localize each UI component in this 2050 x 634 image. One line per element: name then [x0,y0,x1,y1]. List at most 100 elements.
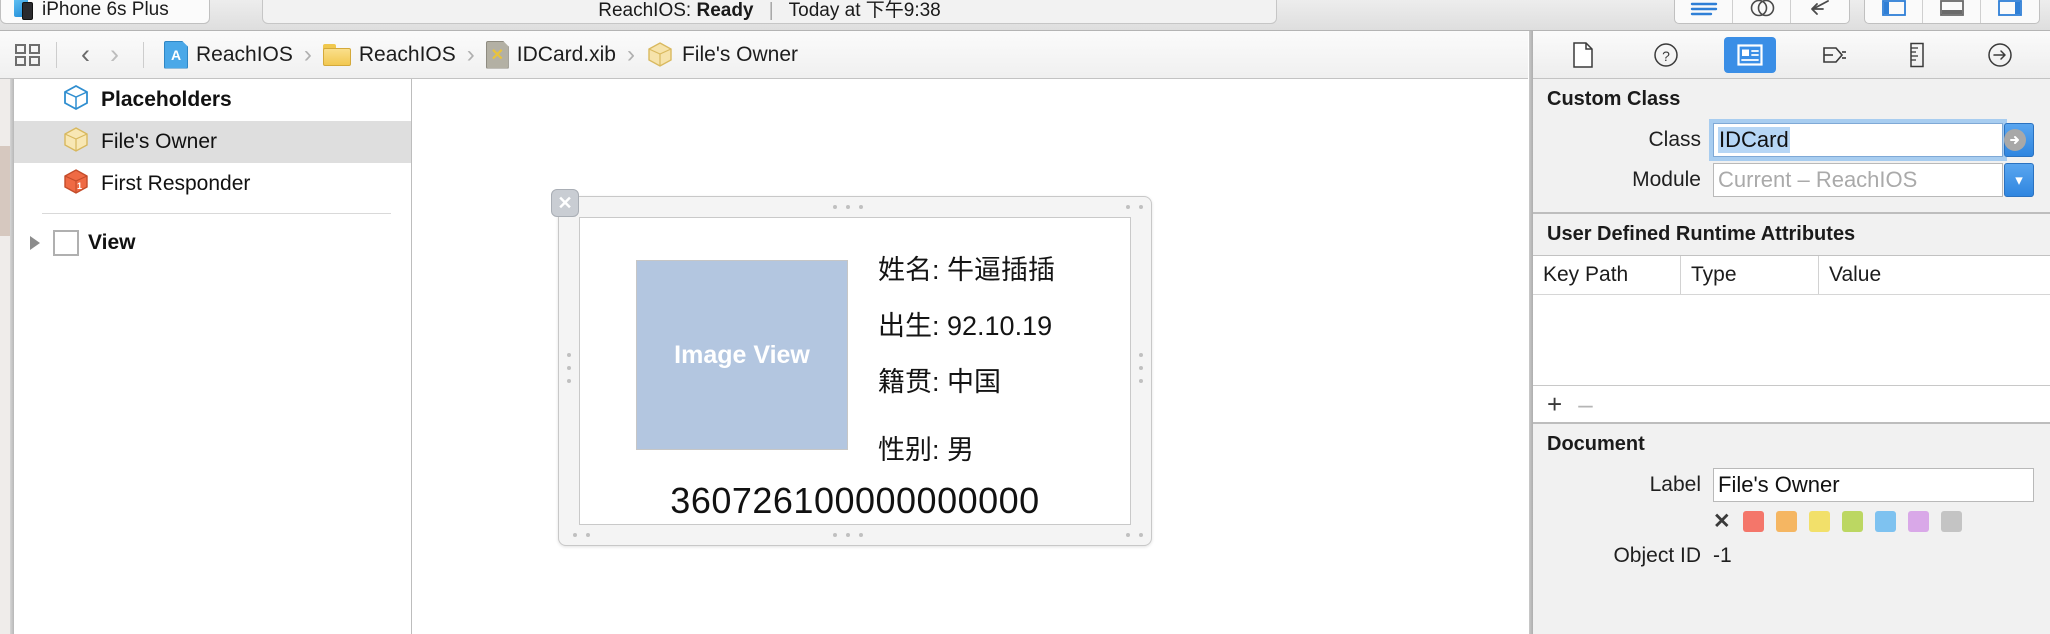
attributes-slider-icon[interactable] [1807,37,1859,73]
first-responder-icon: 1 [62,168,90,200]
outline-item-first-responder[interactable]: 1 First Responder [14,163,411,205]
svg-text:?: ? [1662,48,1670,64]
utilities-toggle-icon[interactable] [1981,0,2039,23]
close-icon[interactable]: ✕ [551,189,579,217]
breadcrumb-item-xib[interactable]: ✕ IDCard.xib [485,40,616,69]
activity-status: Ready [696,0,754,21]
color-swatch-gray[interactable] [1940,511,1962,532]
color-swatch-orange[interactable] [1775,511,1797,532]
scheme-label: iPhone 6s Plus [42,0,169,20]
column-header-type[interactable]: Type [1681,256,1819,294]
navigator-scroll-thumb[interactable] [0,146,10,236]
label-birthdate[interactable]: 出生: 92.10.19 [878,311,1055,342]
inspector-tab-bar: ? [1533,31,2050,79]
breadcrumb-item-project[interactable]: A ReachIOS [164,40,293,69]
runtime-attributes-table[interactable]: Key Path Type Value + – [1533,255,2050,422]
resize-handle-bottom-right[interactable] [1126,533,1143,537]
outline-item-label: First Responder [101,172,251,195]
activity-view: ReachIOS: Ready | Today at 下午9:38 [262,0,1277,24]
ruler-icon[interactable] [1891,37,1943,73]
breadcrumb-label: ReachIOS [358,42,456,66]
class-input-value: IDCard [1718,127,1790,153]
resize-handle-left[interactable] [567,353,571,383]
object-id-row: Object ID -1 [1533,538,2050,571]
related-items-icon[interactable] [14,43,42,67]
module-field-wrap: Current – ReachIOS ▾ [1713,163,2034,197]
resize-handle-right[interactable] [1139,353,1143,383]
label-row: Label File's Owner [1533,465,2050,505]
view-square-icon [53,230,79,256]
column-header-value[interactable]: Value [1819,256,2050,294]
breadcrumb-label: File's Owner [681,42,799,66]
version-editor-icon[interactable] [1791,0,1849,23]
class-input[interactable]: IDCard [1709,119,2026,161]
interface-builder-canvas[interactable]: ✕ Image View 姓名: 牛逼插插 出生: 92.10.19 籍贯: 中… [412,79,1529,634]
file-icon[interactable] [1557,37,1609,73]
remove-attribute-button[interactable]: – [1578,391,1592,417]
outline-group-placeholders[interactable]: Placeholders [14,79,411,121]
assistant-editor-icon[interactable] [1733,0,1791,23]
label-name[interactable]: 姓名: 牛逼插插 [878,255,1055,286]
image-view-label: Image View [674,340,810,369]
object-id-label: Object ID [1613,544,1701,567]
resize-handle-bottom-left[interactable] [573,533,590,537]
navigator-toggle-icon[interactable] [1865,0,1923,23]
jump-to-definition-icon[interactable] [2004,129,2026,151]
label-id-number[interactable]: 360726100000000000 [580,480,1130,522]
color-swatch-purple[interactable] [1907,511,1929,532]
resize-handle-top[interactable] [833,205,863,209]
scheme-selector[interactable]: iPhone 6s Plus [0,0,210,24]
breadcrumb-separator: › [466,40,475,68]
label-color-swatches: ✕ [1533,505,2050,538]
breadcrumb-item-folder[interactable]: ReachIOS [322,42,456,67]
idcard-view-canvas[interactable]: ✕ Image View 姓名: 牛逼插插 出生: 92.10.19 籍贯: 中… [551,189,1152,546]
divider [143,41,144,68]
custom-class-section-title: Custom Class [1533,79,2050,120]
label-gender[interactable]: 性别: 男 [878,435,1055,466]
folder-icon [322,43,351,66]
breadcrumb: A ReachIOS › ReachIOS › ✕ IDCard.xib › F… [164,40,798,69]
arrow-circle-icon[interactable] [1974,37,2026,73]
module-dropdown-button[interactable]: ▾ [2004,163,2034,197]
idcard-content: Image View 姓名: 牛逼插插 出生: 92.10.19 籍贯: 中国 … [579,217,1131,525]
image-view[interactable]: Image View [636,260,848,450]
identity-card-icon[interactable] [1723,36,1776,73]
color-swatch-green[interactable] [1841,511,1863,532]
outline-divider [42,213,391,214]
debug-area-toggle-icon[interactable] [1923,0,1981,23]
editor-mode-segmented[interactable] [1674,0,1850,24]
iphone-icon [13,0,35,20]
outline-item-files-owner[interactable]: File's Owner [14,121,411,163]
question-circle-icon[interactable]: ? [1640,37,1692,73]
idcard-field-list: 姓名: 牛逼插插 出生: 92.10.19 籍贯: 中国 性别: 男 [878,255,1055,466]
module-label: Module [1632,168,1701,191]
label-origin[interactable]: 籍贯: 中国 [878,368,1055,398]
panel-toggle-segmented[interactable] [1864,0,2040,24]
disclosure-triangle-icon[interactable] [30,236,40,250]
table-body-empty[interactable] [1533,295,2050,385]
resize-handle-top-right[interactable] [1126,205,1143,209]
table-footer-controls: + – [1533,385,2050,422]
svg-text:1: 1 [77,181,82,191]
project-icon: A [164,40,188,69]
toolbar-right-group [1674,0,2040,24]
clear-color-icon[interactable]: ✕ [1713,511,1731,532]
add-attribute-button[interactable]: + [1547,391,1562,417]
standard-editor-icon[interactable] [1675,0,1733,23]
xib-file-icon: ✕ [485,40,509,69]
column-header-key-path[interactable]: Key Path [1533,256,1681,294]
forward-chevron-icon[interactable]: › [100,41,129,68]
outline-item-label: View [88,231,136,254]
navigator-edge-strip[interactable] [0,79,10,634]
module-input[interactable]: Current – ReachIOS [1713,163,2003,197]
color-swatch-blue[interactable] [1874,511,1896,532]
breadcrumb-item-files-owner[interactable]: File's Owner [646,41,798,68]
back-chevron-icon[interactable]: ‹ [71,41,100,68]
color-swatch-yellow[interactable] [1808,511,1830,532]
document-label-input[interactable]: File's Owner [1713,468,2034,502]
document-label-field-wrap: File's Owner [1713,468,2034,502]
resize-handle-bottom[interactable] [833,533,863,537]
outline-item-view[interactable]: View [14,222,411,264]
breadcrumb-separator: › [626,40,635,68]
color-swatch-red[interactable] [1742,511,1764,532]
